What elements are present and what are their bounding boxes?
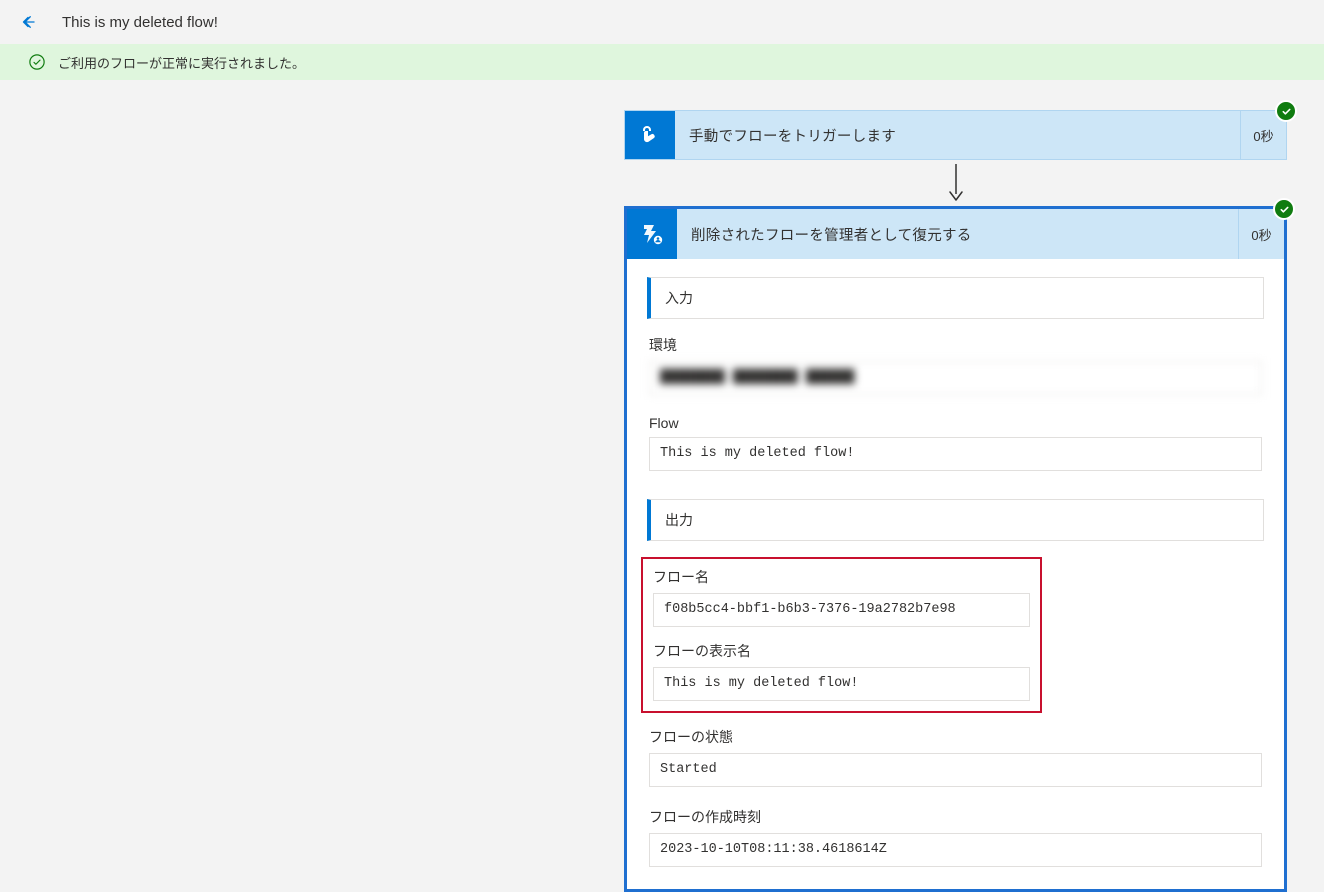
trigger-title: 手動でフローをトリガーします: [675, 111, 1240, 159]
trigger-success-badge: [1275, 100, 1297, 122]
input-environment-value[interactable]: ████████ ████████ ██████: [649, 361, 1262, 395]
output-flowname-label: フロー名: [653, 567, 1030, 587]
page-title: This is my deleted flow!: [62, 14, 218, 31]
banner-message: ご利用のフローが正常に実行されました。: [58, 53, 305, 72]
action-title: 削除されたフローを管理者として復元する: [677, 209, 1238, 259]
output-flowstate-label: フローの状態: [649, 727, 1262, 747]
output-flowdisplayname-label: フローの表示名: [653, 641, 1030, 661]
input-flow-value[interactable]: This is my deleted flow!: [649, 437, 1262, 471]
header-bar: This is my deleted flow!: [0, 0, 1324, 44]
action-icon-box: [627, 209, 677, 259]
arrow-down-icon: [946, 164, 966, 204]
output-highlight-box: フロー名 f08b5cc4-bbf1-b6b3-7376-19a2782b7e9…: [641, 557, 1042, 713]
input-environment-label: 環境: [649, 335, 1262, 355]
flow-column: 手動でフローをトリガーします 0秒: [624, 110, 1287, 892]
action-card[interactable]: 削除されたフローを管理者として復元する 0秒 入力 環境 ████████ ██…: [624, 206, 1287, 892]
input-environment-field: 環境 ████████ ████████ ██████: [647, 335, 1264, 395]
back-button[interactable]: [8, 2, 48, 42]
action-body: 入力 環境 ████████ ████████ ██████ Flow This…: [627, 259, 1284, 889]
action-success-badge: [1273, 198, 1295, 220]
output-flowstate-field: フローの状態 Started: [647, 727, 1264, 787]
flow-canvas: 手動でフローをトリガーします 0秒: [0, 80, 1324, 116]
input-flow-label: Flow: [649, 415, 1262, 431]
connector-arrow: [624, 160, 1287, 206]
input-section-header[interactable]: 入力: [647, 277, 1264, 319]
output-flowcreated-field: フローの作成時刻 2023-10-10T08:11:38.4618614Z: [647, 807, 1264, 867]
trigger-icon-box: [625, 111, 675, 159]
flow-admin-icon: [640, 222, 664, 246]
arrow-left-icon: [19, 13, 37, 31]
trigger-card[interactable]: 手動でフローをトリガーします 0秒: [624, 110, 1287, 160]
output-flowdisplayname-value[interactable]: This is my deleted flow!: [653, 667, 1030, 701]
check-circle-icon: [28, 53, 46, 71]
action-header[interactable]: 削除されたフローを管理者として復元する 0秒: [627, 209, 1284, 259]
output-flowcreated-value[interactable]: 2023-10-10T08:11:38.4618614Z: [649, 833, 1262, 867]
check-icon: [1281, 106, 1292, 117]
output-flowname-field: フロー名 f08b5cc4-bbf1-b6b3-7376-19a2782b7e9…: [651, 567, 1032, 627]
touch-icon: [638, 123, 662, 147]
check-icon: [1279, 204, 1290, 215]
output-flowdisplayname-field: フローの表示名 This is my deleted flow!: [651, 641, 1032, 701]
input-flow-field: Flow This is my deleted flow!: [647, 415, 1264, 471]
output-flowname-value[interactable]: f08b5cc4-bbf1-b6b3-7376-19a2782b7e98: [653, 593, 1030, 627]
success-banner: ご利用のフローが正常に実行されました。: [0, 44, 1324, 80]
output-flowcreated-label: フローの作成時刻: [649, 807, 1262, 827]
output-section-header[interactable]: 出力: [647, 499, 1264, 541]
output-flowstate-value[interactable]: Started: [649, 753, 1262, 787]
